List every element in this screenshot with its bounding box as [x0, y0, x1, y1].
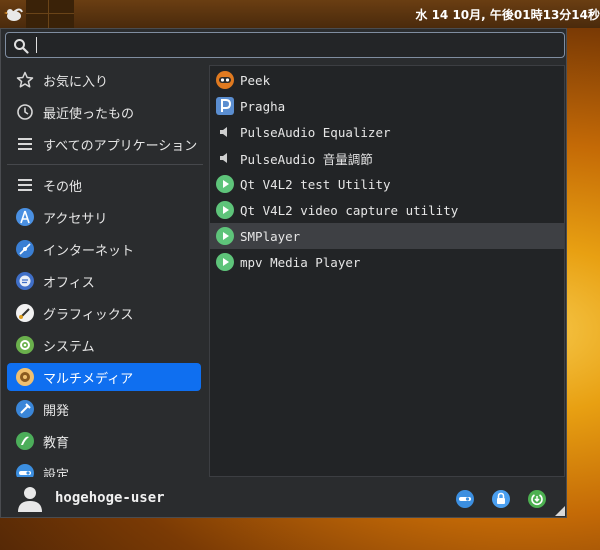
- application-list: Peek Pragha PulseAudio Equalizer PulseAu…: [209, 65, 565, 477]
- menu-footer: hogehoge-user: [1, 479, 566, 517]
- category-multimedia[interactable]: マルチメディア: [7, 363, 201, 391]
- category-accessories[interactable]: アクセサリ: [7, 203, 201, 231]
- app-item-peek[interactable]: Peek: [210, 67, 564, 93]
- category-label: インターネット: [43, 243, 135, 259]
- search-icon: [14, 39, 29, 54]
- play-icon: [215, 200, 235, 220]
- category-label: お気に入り: [43, 74, 109, 90]
- app-label: Qt V4L2 test Utility: [240, 176, 391, 192]
- accessories-icon: [15, 207, 35, 227]
- app-label: Qt V4L2 video capture utility: [240, 202, 459, 218]
- user-avatar-icon: [18, 487, 42, 512]
- whisker-menu: お気に入り 最近使ったもの すべてのアプリケーション その他 アクセサリ インタ…: [0, 28, 567, 518]
- category-label: 最近使ったもの: [43, 106, 135, 122]
- category-label: 教育: [43, 435, 70, 451]
- education-icon: [15, 431, 35, 451]
- workspace-switcher[interactable]: [26, 0, 74, 28]
- multimedia-icon: [15, 367, 35, 387]
- category-office[interactable]: オフィス: [7, 267, 201, 295]
- category-divider: [7, 164, 203, 165]
- app-item-pulseaudio-volume[interactable]: PulseAudio 音量調節: [210, 145, 564, 171]
- peek-icon: [215, 70, 235, 90]
- app-label: Pragha: [240, 98, 286, 114]
- category-recent[interactable]: 最近使ったもの: [7, 98, 201, 126]
- app-label: Peek: [240, 72, 271, 88]
- app-item-qt-v4l2-capture[interactable]: Qt V4L2 video capture utility: [210, 197, 564, 223]
- category-label: グラフィックス: [43, 307, 134, 323]
- speaker-icon: [215, 122, 235, 142]
- app-item-mpv[interactable]: mpv Media Player: [210, 249, 564, 275]
- office-icon: [15, 271, 35, 291]
- app-item-pulseaudio-equalizer[interactable]: PulseAudio Equalizer: [210, 119, 564, 145]
- clock-icon: [15, 102, 35, 122]
- xfce-logo-icon[interactable]: [4, 4, 24, 24]
- category-system[interactable]: システム: [7, 331, 201, 359]
- speaker-icon: [215, 148, 235, 168]
- settings-icon: [15, 463, 35, 477]
- category-development[interactable]: 開発: [7, 395, 201, 423]
- category-label: アクセサリ: [43, 211, 108, 227]
- category-label: オフィス: [43, 275, 95, 291]
- category-internet[interactable]: インターネット: [7, 235, 201, 263]
- graphics-icon: [15, 303, 35, 323]
- category-graphics[interactable]: グラフィックス: [7, 299, 201, 327]
- category-education[interactable]: 教育: [7, 427, 201, 455]
- play-icon: [215, 226, 235, 246]
- app-label: PulseAudio 音量調節: [240, 151, 373, 167]
- list-icon: [15, 134, 35, 154]
- text-caret: [36, 37, 37, 53]
- resize-grip-icon[interactable]: [555, 506, 565, 516]
- category-list: お気に入り 最近使ったもの すべてのアプリケーション その他 アクセサリ インタ…: [1, 65, 208, 477]
- category-all-applications[interactable]: すべてのアプリケーション: [7, 130, 201, 158]
- search-input[interactable]: [34, 35, 558, 57]
- development-icon: [15, 399, 35, 419]
- app-item-qt-v4l2-test[interactable]: Qt V4L2 test Utility: [210, 171, 564, 197]
- app-label: PulseAudio Equalizer: [240, 124, 391, 140]
- star-icon: [15, 70, 35, 90]
- pragha-icon: [215, 96, 235, 116]
- app-label: mpv Media Player: [240, 254, 361, 270]
- category-label: 開発: [43, 403, 70, 419]
- system-icon: [15, 335, 35, 355]
- category-label: 設定: [43, 467, 70, 478]
- category-label: その他: [43, 179, 83, 195]
- username: hogehoge-user: [55, 490, 165, 506]
- lock-screen-button[interactable]: [491, 489, 511, 509]
- category-other[interactable]: その他: [7, 171, 201, 199]
- category-favorites[interactable]: お気に入り: [7, 66, 201, 94]
- app-label: SMPlayer: [240, 228, 301, 244]
- logout-button[interactable]: [527, 489, 547, 509]
- category-settings[interactable]: 設定: [7, 459, 201, 477]
- play-icon: [215, 252, 235, 272]
- app-item-pragha[interactable]: Pragha: [210, 93, 564, 119]
- category-label: マルチメディア: [43, 371, 134, 387]
- top-panel: 水 14 10月, 午後01時13分14秒: [0, 0, 600, 28]
- category-label: システム: [43, 339, 95, 355]
- play-icon: [215, 174, 235, 194]
- list-icon: [15, 175, 35, 195]
- search-box[interactable]: [5, 32, 565, 58]
- settings-manager-button[interactable]: [455, 489, 475, 509]
- app-item-smplayer[interactable]: SMPlayer: [210, 223, 564, 249]
- panel-clock[interactable]: 水 14 10月, 午後01時13分14秒: [415, 6, 600, 23]
- category-label: すべてのアプリケーション: [43, 138, 198, 154]
- internet-icon: [15, 239, 35, 259]
